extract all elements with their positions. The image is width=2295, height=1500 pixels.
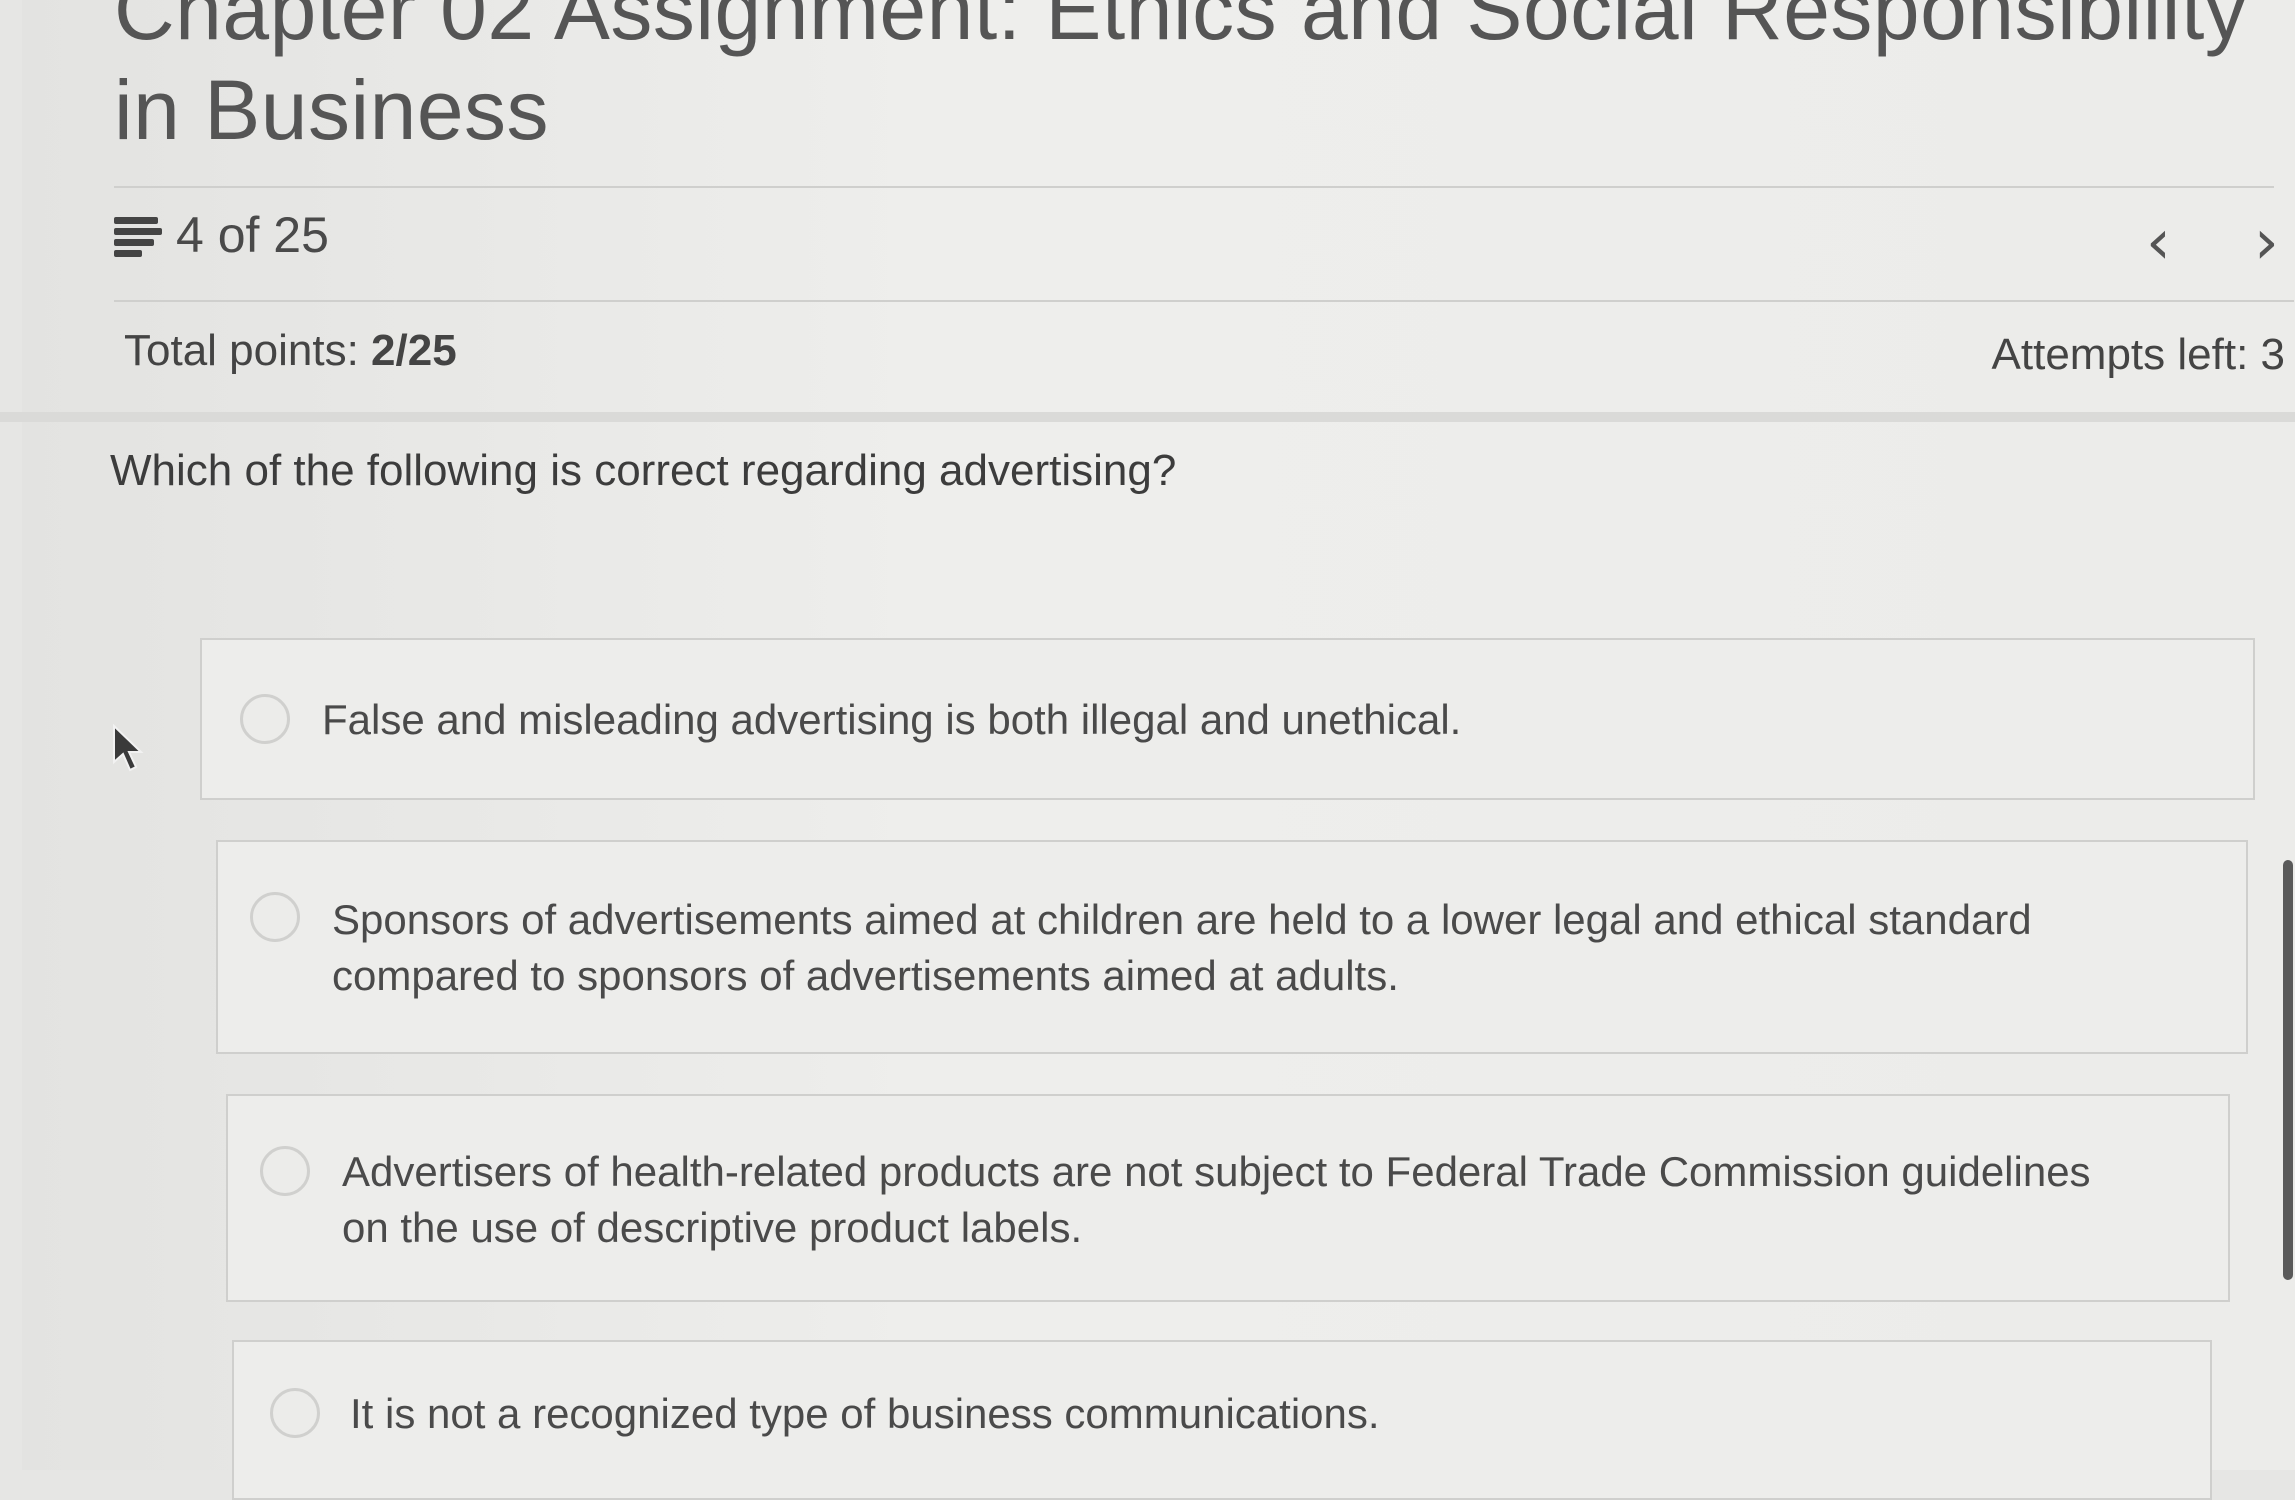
scrollbar[interactable]	[2279, 0, 2295, 1470]
answer-option-label: It is not a recognized type of business …	[350, 1390, 1380, 1437]
total-points-label: Total points:	[124, 326, 372, 375]
chevron-left-icon: ‹	[2146, 205, 2171, 278]
radio-button[interactable]	[250, 892, 300, 942]
answer-option-2[interactable]: Sponsors of advertisements aimed at chil…	[216, 840, 2248, 1054]
scrollbar-thumb[interactable]	[2283, 860, 2293, 1280]
answer-option-4[interactable]: It is not a recognized type of business …	[232, 1340, 2212, 1500]
header-band	[0, 412, 2295, 422]
total-points: Total points: 2/25	[124, 326, 457, 376]
total-points-value: 2/25	[371, 326, 457, 375]
question-text: Which of the following is correct regard…	[110, 446, 1177, 495]
assignment-title: Chapter 02 Assignment: Ethics and Social…	[114, 0, 2248, 157]
chevron-right-icon: ›	[2254, 205, 2279, 278]
question-counter-text: 4 of 25	[176, 207, 329, 263]
attempts-left: Attempts left: 3	[1991, 330, 2285, 379]
answer-option-label: Sponsors of advertisements aimed at chil…	[332, 896, 2032, 999]
answer-option-1[interactable]: False and misleading advertising is both…	[200, 638, 2255, 800]
divider	[114, 186, 2274, 188]
list-icon[interactable]	[114, 213, 162, 257]
answer-option-3[interactable]: Advertisers of health-related products a…	[226, 1094, 2230, 1302]
mouse-pointer-icon	[113, 724, 144, 772]
radio-button[interactable]	[260, 1146, 310, 1196]
radio-button[interactable]	[240, 694, 290, 744]
answer-option-label: Advertisers of health-related products a…	[342, 1148, 2091, 1251]
radio-button[interactable]	[270, 1388, 320, 1438]
answer-option-label: False and misleading advertising is both…	[322, 696, 1462, 743]
question-counter[interactable]: 4 of 25	[114, 205, 329, 265]
divider	[114, 300, 2294, 302]
previous-question-button[interactable]: ‹	[2146, 211, 2171, 273]
next-question-button[interactable]: ›	[2254, 211, 2279, 273]
